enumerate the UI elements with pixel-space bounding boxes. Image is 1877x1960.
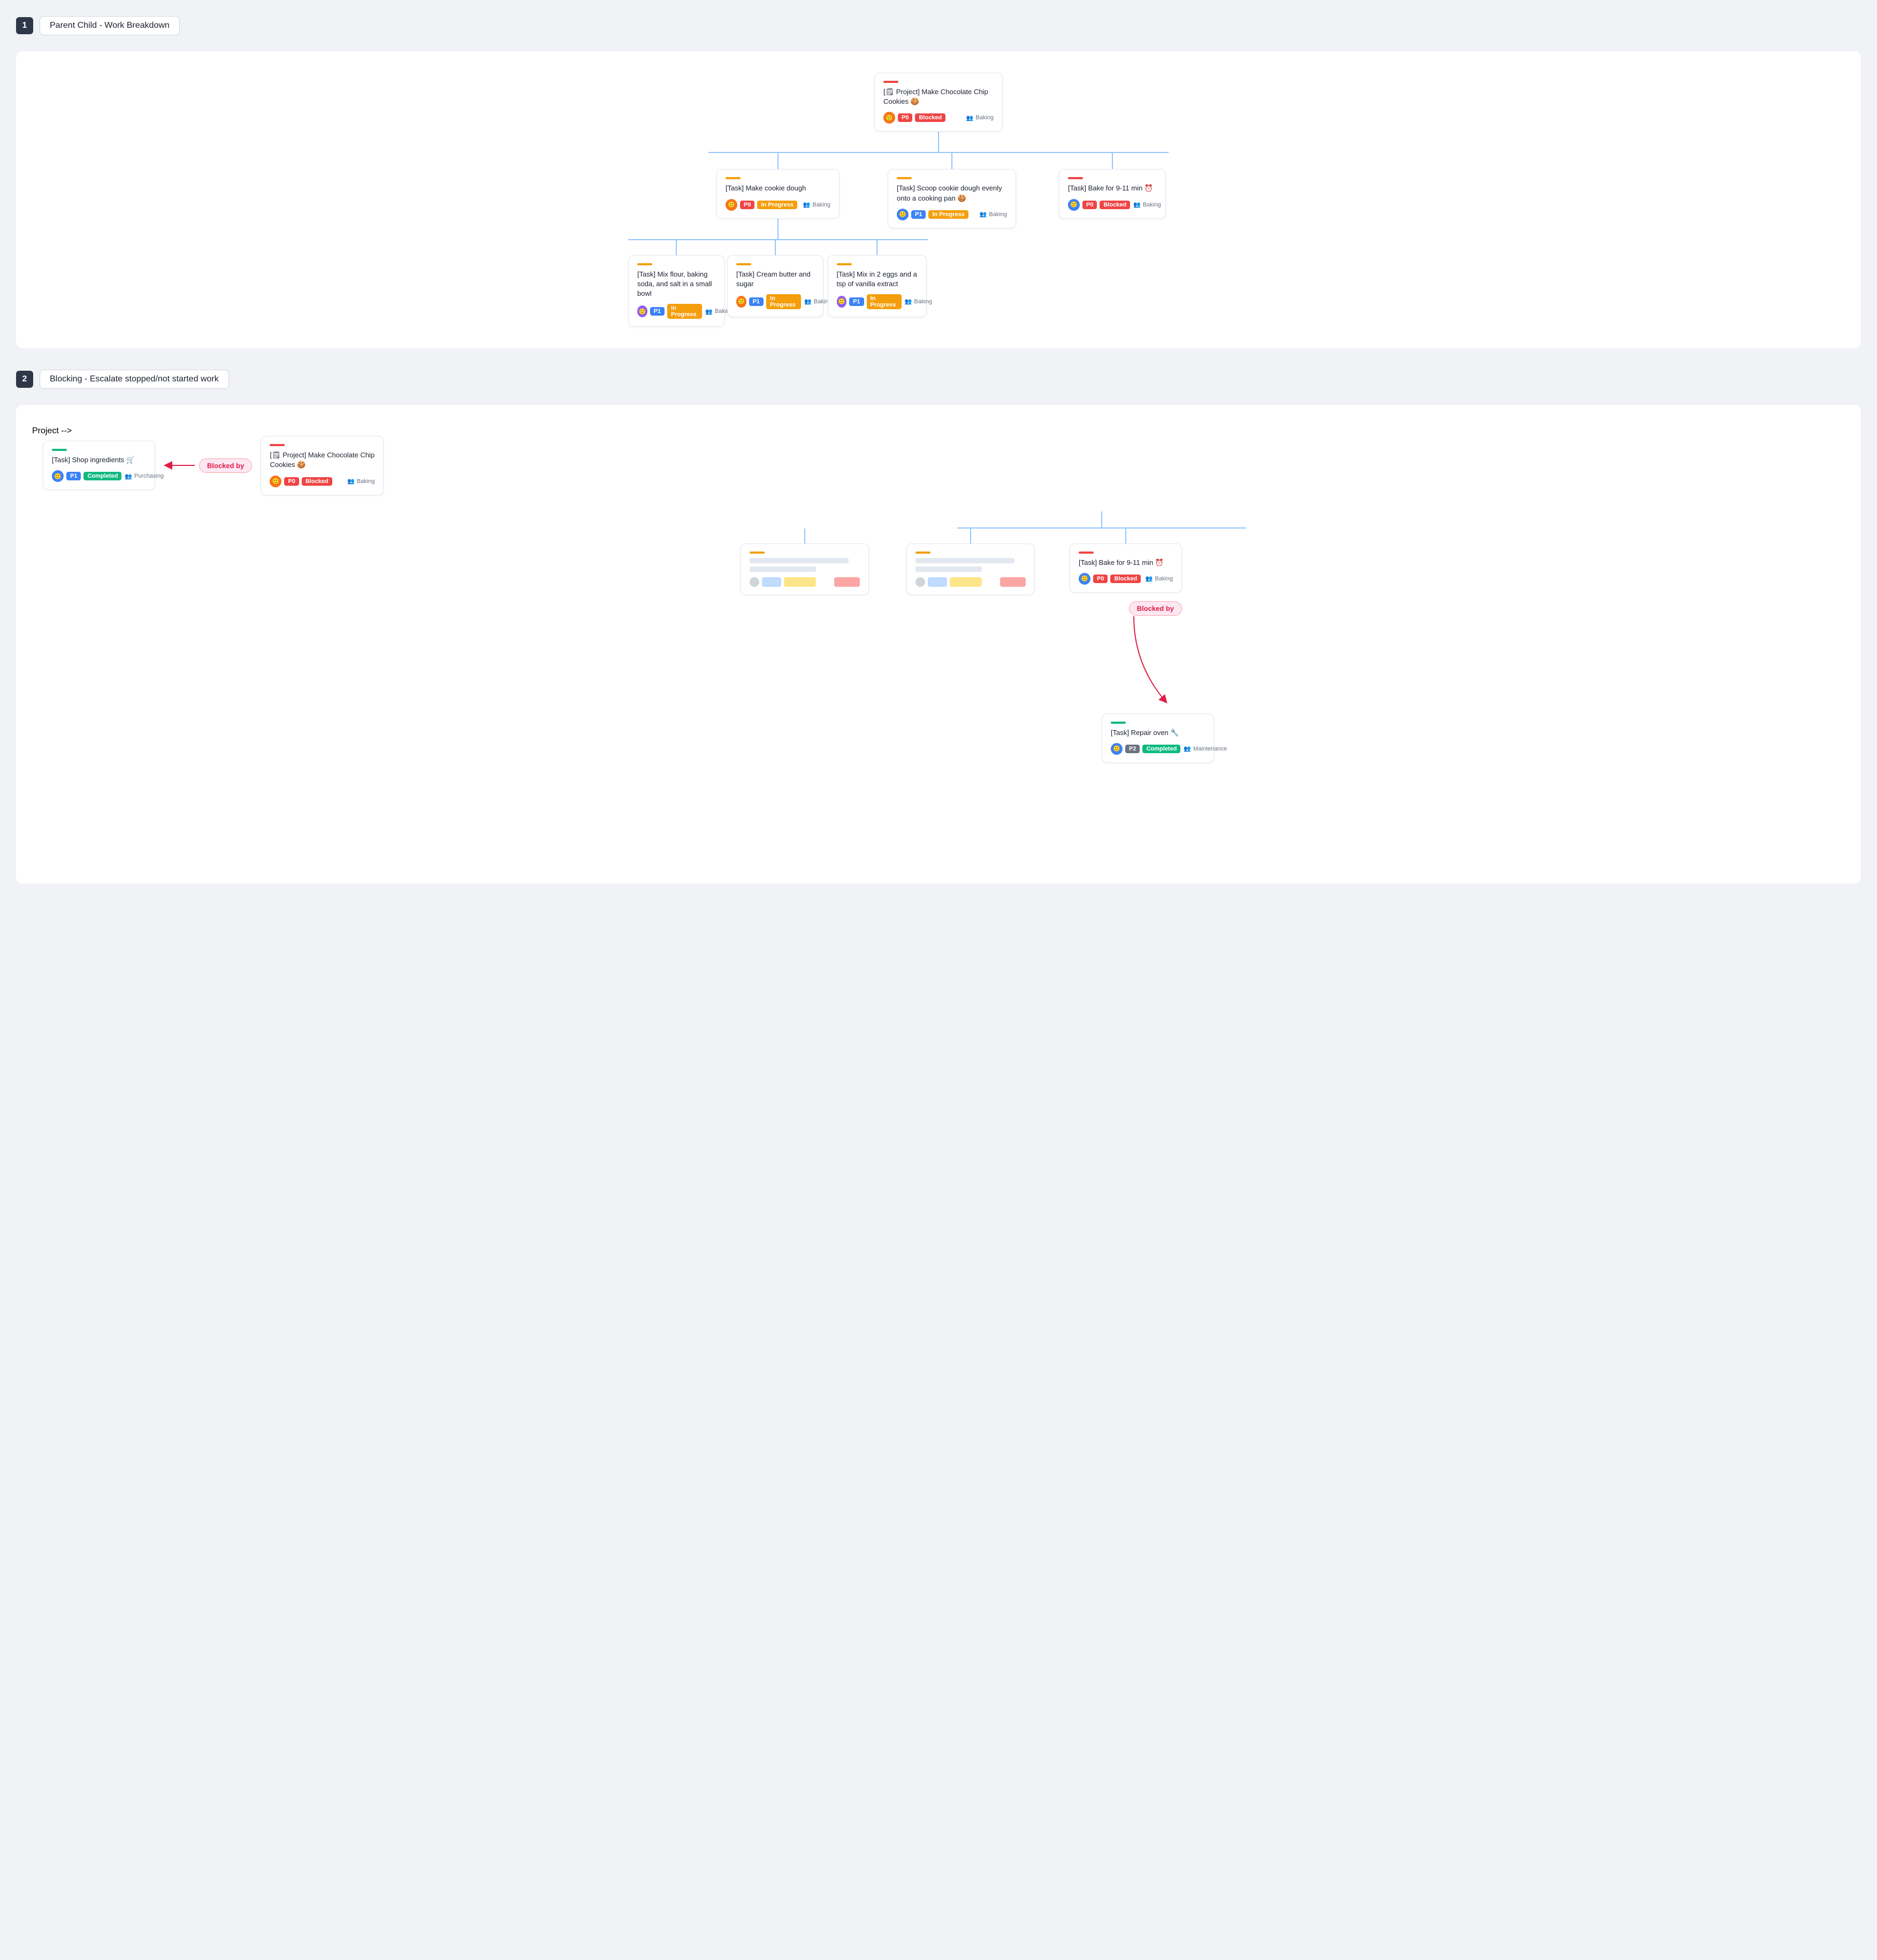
- butter-avatar: 🙂: [736, 296, 746, 308]
- card-blurred-2: [906, 543, 1035, 595]
- root-accent: [883, 81, 898, 83]
- level2-h-bar: [708, 152, 1169, 153]
- project2-avatar: 🙂: [270, 476, 281, 487]
- scoop-avatar: 🙂: [897, 209, 909, 220]
- section-1-number: 1: [16, 17, 33, 34]
- card-bake-2[interactable]: [Task] Bake for 9-11 min ⏰ 🙂 P0 Blocked …: [1070, 543, 1182, 593]
- blocked-arrow-2: [1086, 616, 1182, 713]
- blocked-label-2: Blocked by: [1129, 601, 1182, 616]
- section2-level2: [Task] Bake for 9-11 min ⏰ 🙂 P0 Blocked …: [32, 529, 1845, 713]
- shop-avatar: 🙂: [52, 470, 64, 482]
- section-2-diagram: Project --> [Task] Shop ingredients 🛒 🙂 …: [16, 405, 1861, 884]
- card-repair[interactable]: [Task] Repair oven 🔧 🙂 P2 Completed 👥 Ma…: [1102, 714, 1214, 763]
- section-2-header: 2 Blocking - Escalate stopped/not starte…: [16, 370, 1861, 389]
- repair-container: [Task] Repair oven 🔧 🙂 P2 Completed 👥 Ma…: [1102, 714, 1214, 763]
- dough-avatar: 🙂: [726, 199, 737, 211]
- card-make-dough[interactable]: [Task] Make cookie dough 🙂 P0 In Progres…: [716, 169, 840, 218]
- card-cream-butter[interactable]: [Task] Cream butter and sugar 🙂 P1 In Pr…: [727, 255, 823, 317]
- root-team: 👥 Baking: [966, 114, 994, 121]
- card-blurred-1: [741, 543, 869, 595]
- root-title: [🗒 Project] Make Chocolate Chip Cookies …: [883, 87, 994, 106]
- level2-row: [Task] Make cookie dough 🙂 P0 In Progres…: [708, 153, 1169, 327]
- root-v-connector: [938, 132, 939, 152]
- section-2-title: Blocking - Escalate stopped/not started …: [40, 370, 229, 389]
- dough-status: In Progress: [757, 201, 797, 209]
- eggs-avatar: 🙂: [837, 296, 847, 308]
- level3-h-bar: [628, 239, 928, 240]
- card-mix-flour[interactable]: [Task] Mix flour, baking soda, and salt …: [628, 255, 724, 327]
- card-scoop[interactable]: [Task] Scoop cookie dough evenly onto a …: [888, 169, 1016, 228]
- root-status: Blocked: [915, 113, 945, 122]
- root-avatar: 🙂: [883, 112, 895, 124]
- root-priority: P0: [898, 113, 912, 122]
- root-card[interactable]: [🗒 Project] Make Chocolate Chip Cookies …: [874, 73, 1003, 132]
- branch-bake: [Task] Bake for 9-11 min ⏰ 🙂 P0 Blocked …: [1056, 153, 1169, 218]
- section-2: 2 Blocking - Escalate stopped/not starte…: [16, 370, 1861, 884]
- section-1-title: Parent Child - Work Breakdown: [40, 16, 180, 35]
- section-1-diagram: [🗒 Project] Make Chocolate Chip Cookies …: [16, 51, 1861, 348]
- blocked-connector-1: Blocked by: [164, 458, 252, 473]
- dough-priority: P0: [740, 201, 754, 209]
- section-1-header: 1 Parent Child - Work Breakdown: [16, 16, 1861, 35]
- blocked-by-row: [Task] Shop ingredients 🛒 🙂 P1 Completed…: [32, 436, 1845, 495]
- card-mix-eggs[interactable]: [Task] Mix in 2 eggs and a tsp of vanill…: [828, 255, 927, 317]
- bake-avatar: 🙂: [1068, 199, 1080, 211]
- card-bake[interactable]: [Task] Bake for 9-11 min ⏰ 🙂 P0 Blocked …: [1059, 169, 1166, 218]
- card-shop[interactable]: [Task] Shop ingredients 🛒 🙂 P1 Completed…: [43, 441, 155, 490]
- level3-row: [Task] Mix flour, baking soda, and salt …: [628, 240, 928, 327]
- repair-avatar: 🙂: [1111, 743, 1123, 755]
- bake2-avatar: 🙂: [1079, 573, 1090, 585]
- blocked-arrow-1: [164, 459, 196, 472]
- card-project-2[interactable]: [🗒 Project] Make Chocolate Chip Cookies …: [261, 436, 384, 495]
- branch-scoop: [Task] Scoop cookie dough evenly onto a …: [882, 153, 1021, 228]
- flour-avatar: 🙂: [637, 305, 647, 317]
- branch-make-dough: [Task] Make cookie dough 🙂 P0 In Progres…: [708, 153, 848, 327]
- section-1: 1 Parent Child - Work Breakdown [🗒 Proje…: [16, 16, 1861, 348]
- section-2-number: 2: [16, 371, 33, 388]
- root-footer: 🙂 P0 Blocked 👥 Baking: [883, 112, 994, 124]
- blocked-label-1: Blocked by: [199, 458, 252, 473]
